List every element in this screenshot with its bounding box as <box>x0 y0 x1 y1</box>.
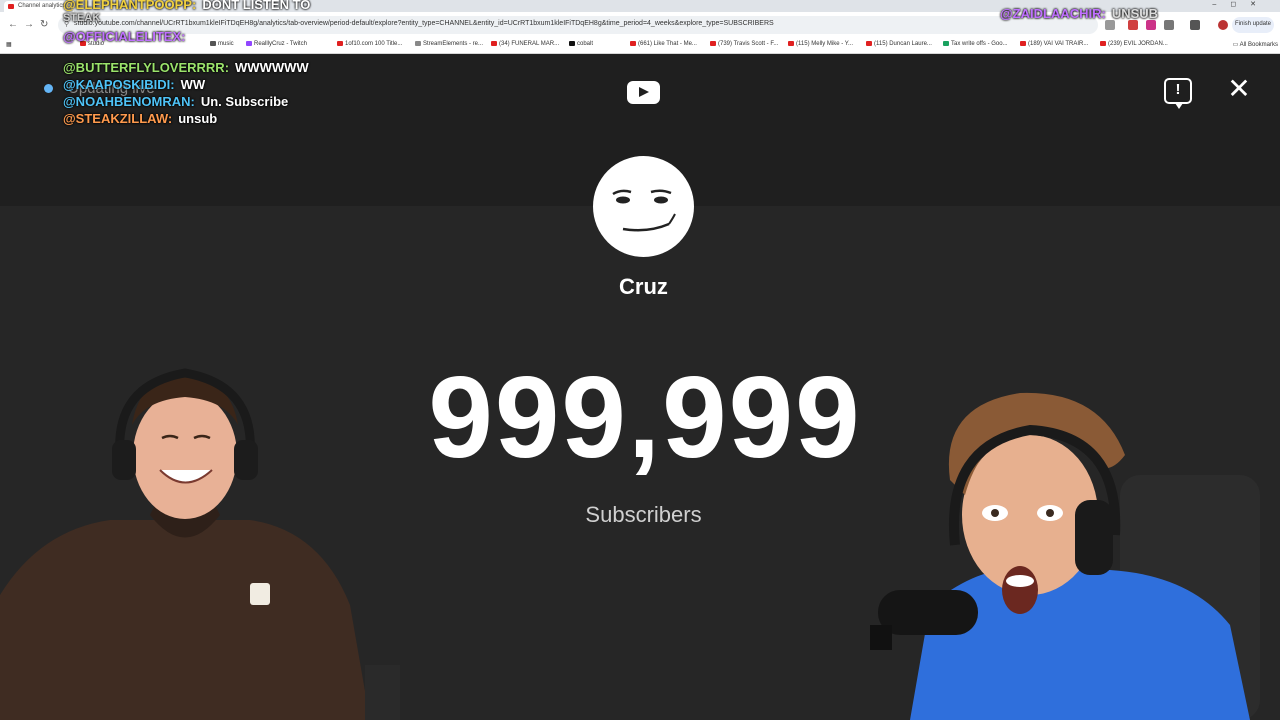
subscriber-count: 999,999 <box>428 352 862 482</box>
chat-username: @BUTTERFLYLOVERRRR: <box>63 60 230 75</box>
profile-avatar-icon[interactable] <box>1218 20 1228 30</box>
sidebar-icon[interactable] <box>1190 20 1200 30</box>
apps-grid-icon[interactable]: ▦ <box>6 41 12 48</box>
folder-icon: ▭ <box>1232 42 1240 48</box>
chat-message: @ELEPHANTPOOPP: DONT LISTEN TO <box>63 0 310 12</box>
extension-icon[interactable] <box>1128 20 1138 30</box>
smirk-face-icon <box>612 189 676 232</box>
chat-message: @STEAKZILLAW: unsub <box>63 111 217 126</box>
bookmark-item[interactable]: cobalt <box>569 41 593 47</box>
chat-message: @NOAHBENOMRAN: Un. Subscribe <box>63 94 288 109</box>
bookmarks-bar: ▦ studio music RealllyCruz - Twitch 1of1… <box>0 38 1280 54</box>
chat-message: @KAAPOSKIBIDI: WW <box>63 77 205 92</box>
youtube-favicon-icon <box>8 4 14 9</box>
bookmark-item[interactable]: (34) FUNERAL MAR... <box>491 41 559 47</box>
youtube-logo-icon <box>627 81 660 104</box>
bookmark-item[interactable]: 1of10.com 100 Title... <box>337 41 402 47</box>
bookmark-item[interactable]: (115) Melly Mike - Y... <box>788 41 853 47</box>
address-bar[interactable]: ⚲ studio.youtube.com/channel/UCrRT1bxum1… <box>58 16 1098 34</box>
chat-text: WWWWWW <box>235 60 309 75</box>
webcam-right <box>870 385 1280 720</box>
chat-message: @OFFICIALELITEX: <box>63 29 191 44</box>
chat-message: @BUTTERFLYLOVERRRR: WWWWWW <box>63 60 309 75</box>
chat-text: WW <box>180 77 206 92</box>
chat-username: @NOAHBENOMRAN: <box>63 94 195 109</box>
bookmark-item[interactable]: RealllyCruz - Twitch <box>246 41 307 47</box>
chat-username: @ZAIDLAACHIR: <box>1000 6 1106 21</box>
chat-username: @STEAKZILLAW: <box>63 111 173 126</box>
screen: Channel analytics –◻✕ ← → ↻ ⚲ studio.you… <box>0 0 1280 720</box>
close-icon[interactable]: ✕ <box>1226 75 1252 103</box>
extensions-puzzle-icon[interactable] <box>1164 20 1174 30</box>
reload-icon[interactable]: ↻ <box>40 19 48 30</box>
subscriber-label: Subscribers <box>585 502 702 527</box>
chat-text: DONT LISTEN TO <box>202 0 311 12</box>
finish-update-button[interactable]: Finish update <box>1232 17 1274 33</box>
bookmark-item[interactable]: (661) Like That - Me... <box>630 41 697 47</box>
forward-icon[interactable]: → <box>24 19 34 30</box>
chat-username: @ELEPHANTPOOPP: <box>63 0 197 12</box>
back-icon[interactable]: ← <box>8 19 18 30</box>
all-bookmarks-button[interactable]: ▭ All Bookmarks <box>1233 41 1278 48</box>
bookmark-item[interactable]: (739) Travis Scott - F... <box>710 41 778 47</box>
bookmark-star-icon[interactable] <box>1105 20 1115 30</box>
chat-text: Un. Subscribe <box>200 94 289 109</box>
chat-username: @KAAPOSKIBIDI: <box>63 77 175 92</box>
address-url: studio.youtube.com/channel/UCrRT1bxum1kl… <box>74 20 774 27</box>
webcam-left <box>0 355 400 720</box>
chat-text: UNSUB <box>1111 6 1159 21</box>
bookmark-item[interactable]: StreamElements - re... <box>415 41 483 47</box>
bookmark-item[interactable]: music <box>210 41 234 47</box>
live-indicator-dot <box>44 84 53 93</box>
tab-title: Channel analytics <box>18 3 66 9</box>
chat-message-fragment: STEAK <box>63 12 101 24</box>
chat-username: @OFFICIALELITEX: <box>63 29 186 44</box>
window-controls[interactable]: –◻✕ <box>1212 0 1270 8</box>
feedback-icon[interactable]: ! <box>1164 78 1192 109</box>
bookmark-item[interactable]: Tax write offs - Goo... <box>943 41 1008 47</box>
chat-message: @ZAIDLAACHIR: UNSUB <box>1000 6 1158 21</box>
extension-icon[interactable] <box>1146 20 1156 30</box>
bookmark-item[interactable]: (189) VAI VAI TRAIR... <box>1020 41 1088 47</box>
chat-text: unsub <box>178 111 218 126</box>
bookmark-item[interactable]: (239) EVIL JORDAN... <box>1100 41 1168 47</box>
bookmark-item[interactable]: (115) Duncan Laure... <box>866 41 932 47</box>
channel-name: Cruz <box>619 274 668 299</box>
channel-avatar <box>593 156 694 257</box>
